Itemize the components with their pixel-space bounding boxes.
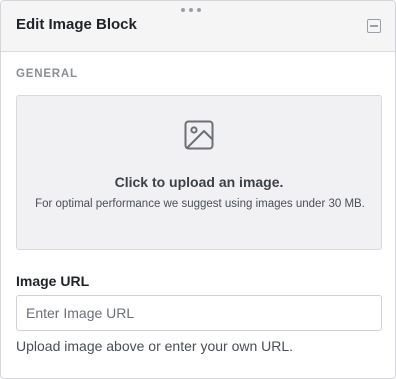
edit-image-block-panel: Edit Image Block GENERAL Click to upload… <box>0 0 396 379</box>
image-upload-dropzone[interactable]: Click to upload an image. For optimal pe… <box>16 95 382 250</box>
upload-hint: For optimal performance we suggest using… <box>35 198 365 210</box>
section-label-general: GENERAL <box>16 68 78 80</box>
upload-title: Click to upload an image. <box>114 174 284 190</box>
image-url-input[interactable] <box>16 295 382 331</box>
drag-dot <box>181 8 185 12</box>
image-url-help-text: Upload image above or enter your own URL… <box>16 338 294 354</box>
drag-handle-icon[interactable] <box>181 7 201 13</box>
drag-dot <box>189 8 193 12</box>
image-icon <box>184 120 214 150</box>
collapse-icon[interactable] <box>367 19 381 33</box>
image-url-label: Image URL <box>16 273 90 289</box>
drag-dot <box>197 8 201 12</box>
panel-title: Edit Image Block <box>16 16 137 33</box>
